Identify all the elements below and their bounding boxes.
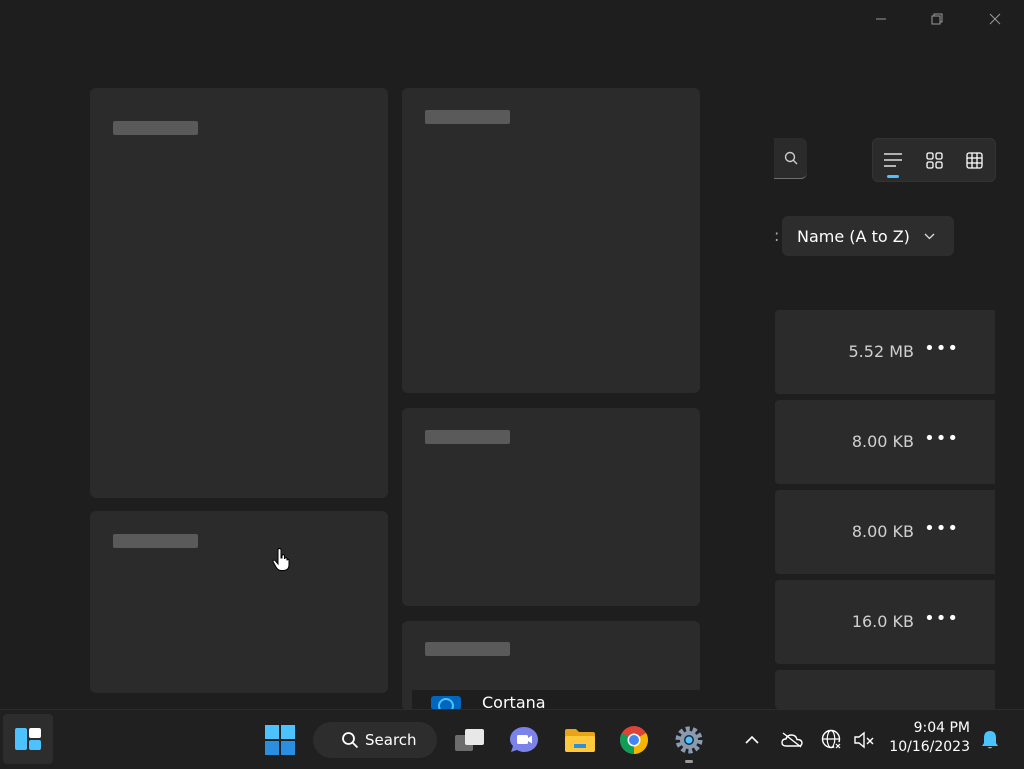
app-row[interactable]: 5.52 MB ••• — [775, 310, 995, 394]
clock-date: 10/16/2023 — [889, 739, 970, 755]
table-view-button[interactable] — [954, 139, 995, 181]
minimize-icon — [876, 18, 886, 20]
app-size: 5.52 MB — [848, 342, 915, 361]
network-button[interactable] — [818, 710, 846, 769]
grid-view-icon — [925, 151, 943, 169]
more-options-button[interactable]: ••• — [924, 518, 959, 539]
sort-dropdown[interactable]: Name (A to Z) — [782, 216, 954, 256]
grid-view-button[interactable] — [914, 139, 955, 181]
windows-logo-icon — [265, 724, 295, 755]
widgets-icon — [15, 728, 41, 750]
hand-cursor-icon — [272, 548, 290, 571]
loading-card — [402, 408, 700, 606]
task-view-icon — [455, 728, 484, 751]
settings-button[interactable] — [667, 710, 711, 769]
table-view-icon — [966, 151, 983, 169]
loading-placeholder — [425, 642, 510, 656]
more-options-button[interactable]: ••• — [924, 338, 959, 359]
loading-card — [90, 88, 388, 498]
loading-card — [402, 88, 700, 393]
clock-time: 9:04 PM — [913, 720, 970, 736]
loading-placeholder — [113, 121, 198, 135]
folder-icon — [565, 728, 595, 752]
app-size: 8.00 KB — [851, 522, 914, 541]
list-view-icon — [884, 153, 903, 167]
cortana-icon — [431, 696, 461, 710]
app-row[interactable]: 8.00 KB ••• — [775, 490, 995, 574]
app-row[interactable]: 16.0 KB ••• — [775, 580, 995, 664]
taskbar-search[interactable]: Search — [313, 722, 437, 758]
chevron-down-icon — [924, 233, 935, 239]
restore-icon — [931, 13, 943, 25]
loading-placeholder — [425, 110, 510, 124]
view-toggle-group — [872, 138, 996, 182]
loading-placeholder — [113, 534, 198, 548]
close-icon — [989, 13, 1001, 25]
teams-chat-button[interactable] — [502, 710, 546, 769]
restore-button[interactable] — [917, 6, 957, 32]
close-button[interactable] — [975, 6, 1015, 32]
loading-placeholder — [425, 430, 510, 444]
notifications-button[interactable] — [976, 710, 1004, 769]
search-icon — [784, 151, 797, 165]
chat-icon — [510, 726, 538, 752]
list-view-button[interactable] — [873, 139, 914, 181]
running-indicator — [685, 760, 693, 763]
list-item[interactable]: Cortana — [412, 690, 702, 712]
gear-icon — [675, 726, 703, 753]
onedrive-button[interactable] — [778, 710, 806, 769]
volume-button[interactable] — [850, 710, 878, 769]
app-row[interactable] — [775, 670, 995, 709]
search-label: Search — [365, 731, 417, 749]
more-options-button[interactable]: ••• — [924, 428, 959, 449]
onedrive-offline-icon — [781, 731, 803, 748]
search-icon — [342, 732, 359, 749]
bell-icon — [982, 730, 998, 748]
clock[interactable]: 9:04 PM 10/16/2023 — [884, 719, 970, 757]
show-hidden-icons-button[interactable] — [738, 710, 766, 769]
app-size: 16.0 KB — [851, 612, 914, 631]
app-row[interactable]: 8.00 KB ••• — [775, 400, 995, 484]
chrome-button[interactable] — [612, 710, 656, 769]
chevron-up-icon — [745, 735, 759, 744]
chrome-icon — [620, 725, 648, 754]
more-options-button[interactable]: ••• — [924, 608, 959, 629]
loading-card — [90, 511, 388, 693]
taskbar: Search 9:04 PM 10/16/2023 — [0, 709, 1024, 769]
speaker-muted-icon — [854, 731, 874, 748]
app-size: 8.00 KB — [851, 432, 914, 451]
sort-label-fragment: : — [774, 226, 780, 245]
minimize-button[interactable] — [861, 6, 901, 32]
search-button[interactable] — [774, 138, 807, 179]
widgets-button[interactable] — [3, 714, 53, 764]
file-explorer-button[interactable] — [558, 710, 602, 769]
task-view-button[interactable] — [448, 710, 492, 769]
globe-icon — [821, 729, 842, 750]
sort-value: Name (A to Z) — [797, 226, 910, 246]
start-button[interactable] — [258, 710, 302, 769]
